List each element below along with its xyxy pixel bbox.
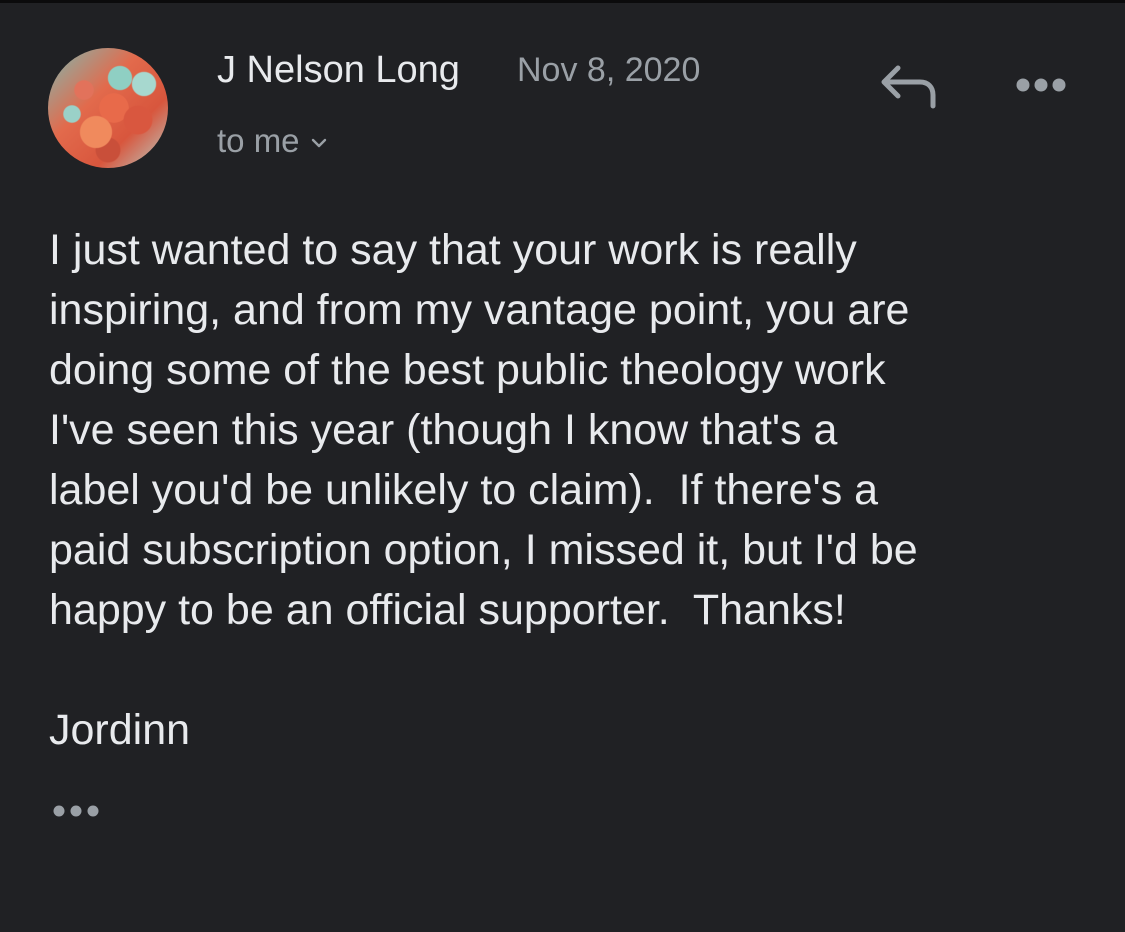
recipient-label: to me — [217, 122, 300, 159]
more-horizontal-icon — [1016, 78, 1066, 92]
reply-button[interactable] — [876, 60, 942, 112]
body-line: doing some of the best public theology w… — [49, 346, 886, 394]
sender-name[interactable]: J Nelson Long — [217, 44, 460, 96]
body-line: I just wanted to say that your work is r… — [49, 226, 857, 274]
more-options-button[interactable] — [1012, 70, 1070, 100]
message-signature: Jordinn — [49, 706, 191, 754]
sender-avatar[interactable] — [48, 48, 168, 168]
body-line: happy to be an official supporter. Thank… — [49, 586, 846, 634]
body-line: paid subscription option, I missed it, b… — [49, 526, 918, 574]
body-line: label you'd be unlikely to claim). If th… — [49, 466, 879, 514]
message-body: I just wanted to say that your work is r… — [49, 220, 1109, 640]
show-trimmed-content-button[interactable] — [48, 798, 108, 824]
chevron-down-icon — [310, 116, 328, 160]
body-line: I've seen this year (though I know that'… — [49, 406, 838, 454]
message-date: Nov 8, 2020 — [517, 51, 701, 89]
top-edge-divider — [0, 0, 1125, 3]
reply-arrow-icon — [881, 65, 936, 109]
recipient-toggle[interactable]: to me — [217, 116, 328, 163]
body-line: inspiring, and from my vantage point, yo… — [49, 286, 910, 334]
more-horizontal-icon — [53, 805, 99, 817]
